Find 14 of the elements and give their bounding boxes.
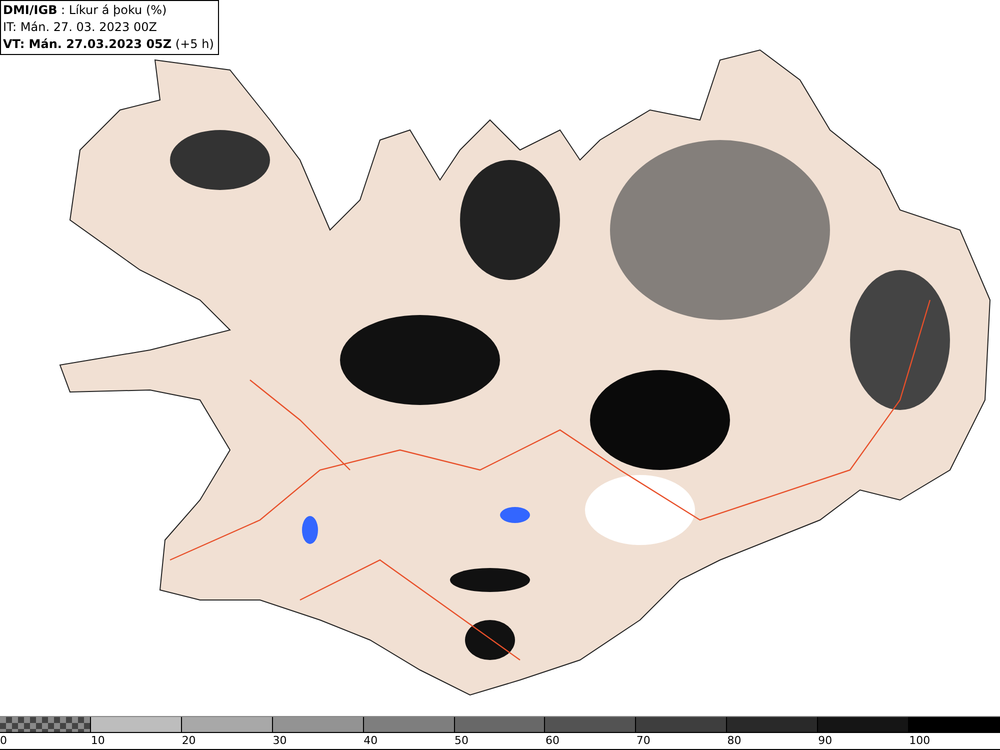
legend-label: 90 — [818, 734, 832, 747]
legend-label: 20 — [182, 734, 196, 747]
legend-label: 80 — [727, 734, 742, 747]
legend-label: 30 — [272, 734, 287, 747]
legend-label: 100 — [909, 734, 930, 747]
legend-label: 70 — [636, 734, 650, 747]
header-text: IT: Mán. 27. 03. 2023 00Z — [3, 19, 158, 36]
legend-label: 40 — [364, 734, 378, 747]
header-text: DMI/IGB : Líkur á þoku (%) — [3, 2, 168, 19]
legend-label: 60 — [545, 734, 560, 747]
legend-label: 10 — [90, 734, 105, 747]
legend-label: 0 — [0, 734, 7, 747]
legend-label: 50 — [454, 734, 469, 747]
header-text: VT: Mán. 27.03.2023 05Z (+5 h) — [3, 36, 214, 53]
